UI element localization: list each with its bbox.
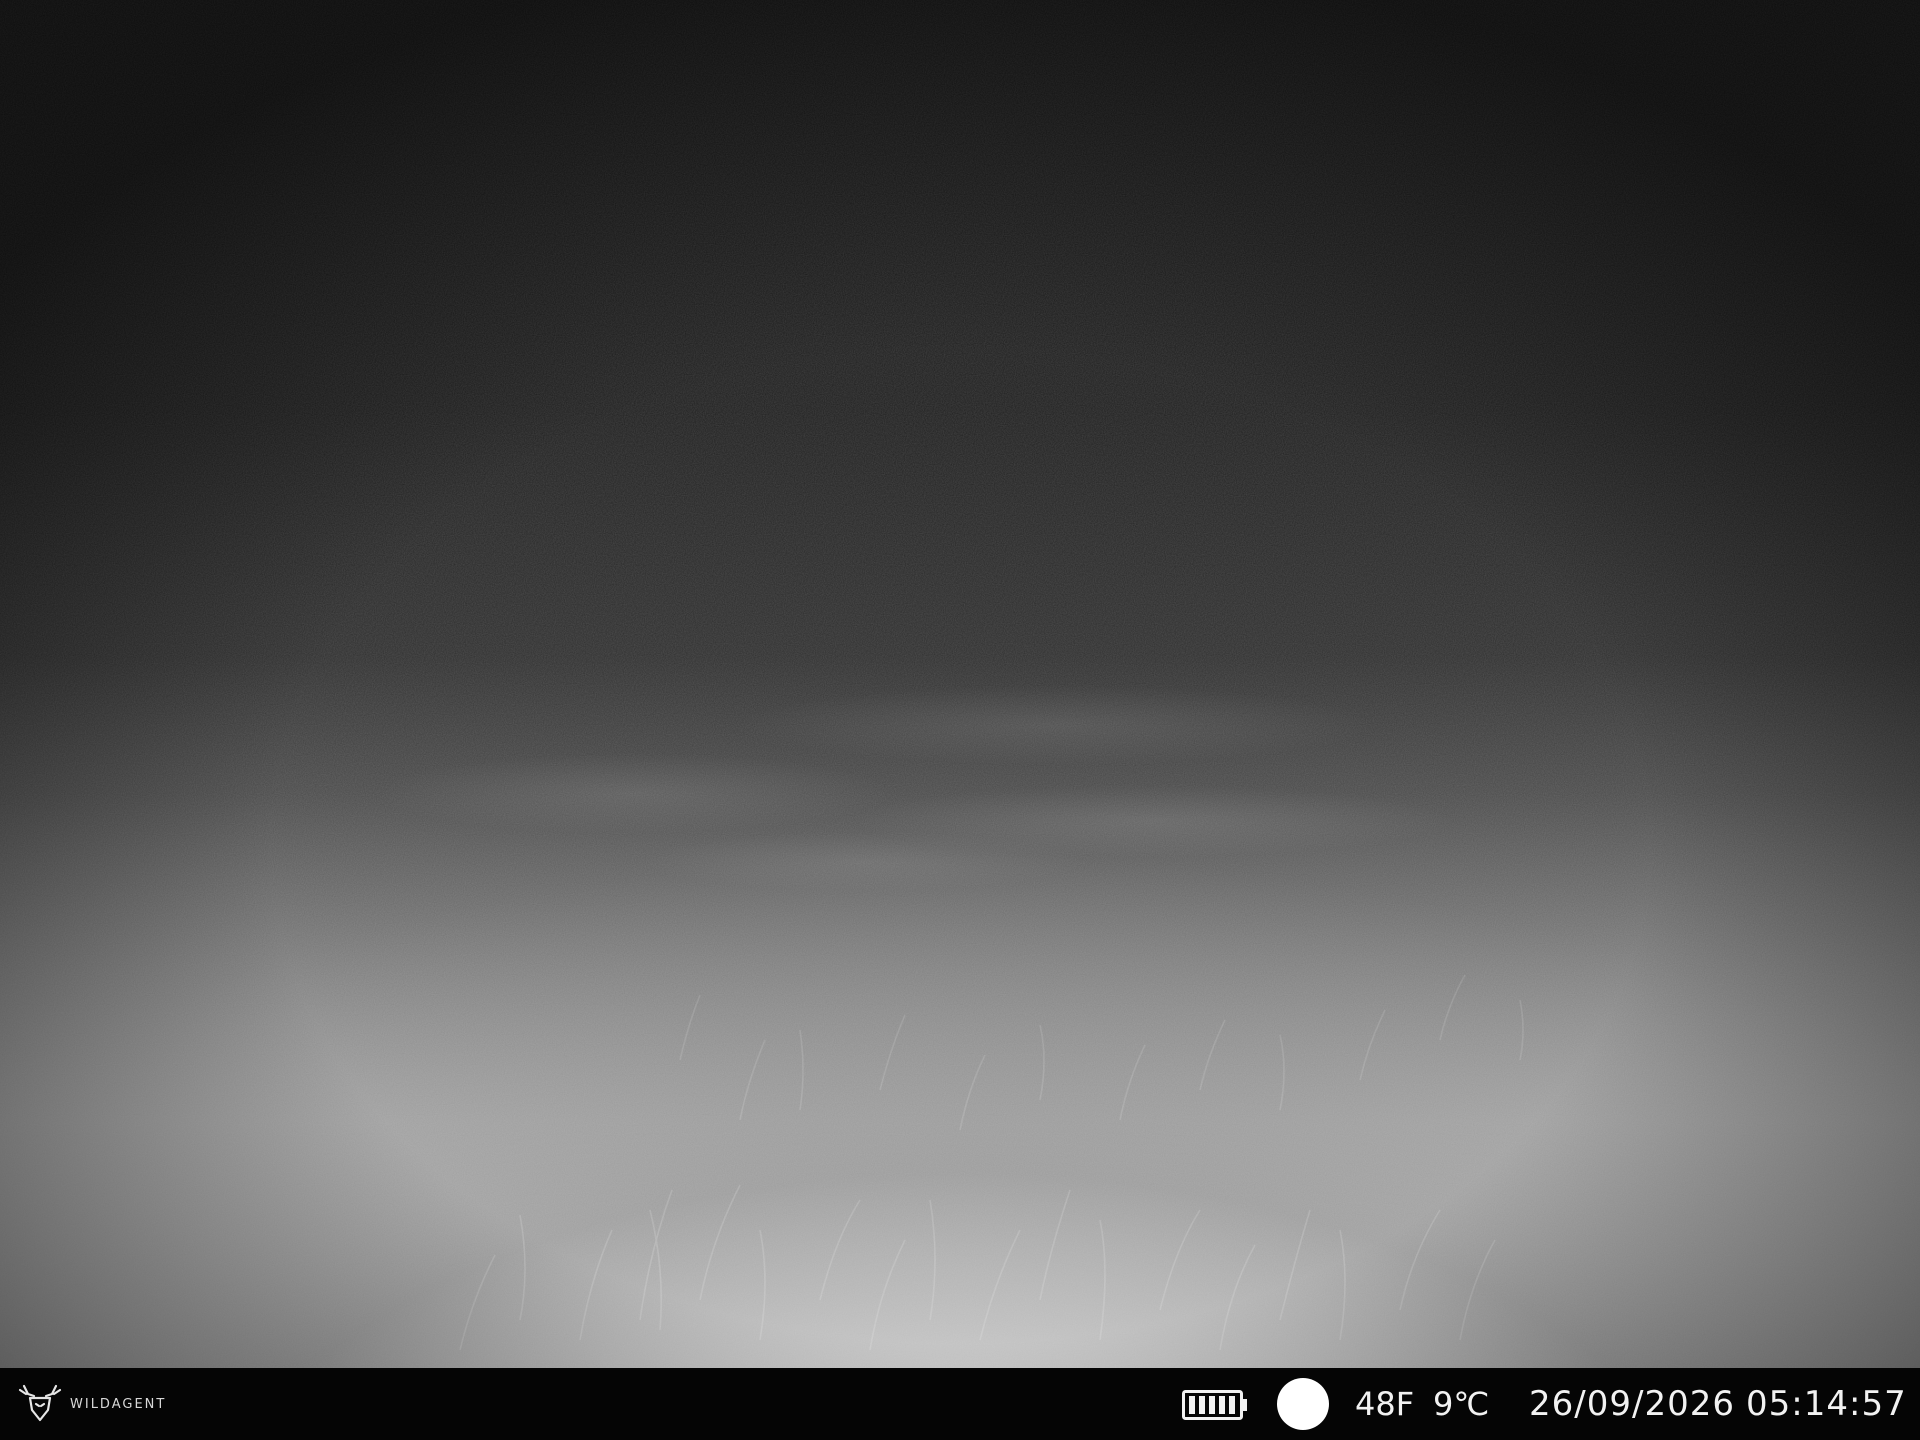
camera-info-bar: WILDAGENT 48F 9℃ 26/09/2026 05:14:57 [0,1368,1920,1440]
brand: WILDAGENT [16,1382,166,1426]
temperature-celsius: 9℃ [1433,1385,1490,1423]
temperature-fahrenheit: 48F [1355,1385,1415,1423]
grass-texture [0,0,1920,1368]
night-infrared-scene [0,0,1920,1368]
fog-layer [0,0,1920,1368]
trail-camera-frame: WILDAGENT 48F 9℃ 26/09/2026 05:14:57 [0,0,1920,1440]
deer-logo-icon [18,1384,62,1422]
battery-full-icon [1182,1390,1247,1420]
capture-time: 05:14:57 [1746,1384,1907,1424]
lens-vignette [0,0,1920,1368]
capture-date: 26/09/2026 [1529,1384,1735,1424]
full-moon-icon [1277,1378,1329,1430]
brand-name: WILDAGENT [70,1396,167,1412]
